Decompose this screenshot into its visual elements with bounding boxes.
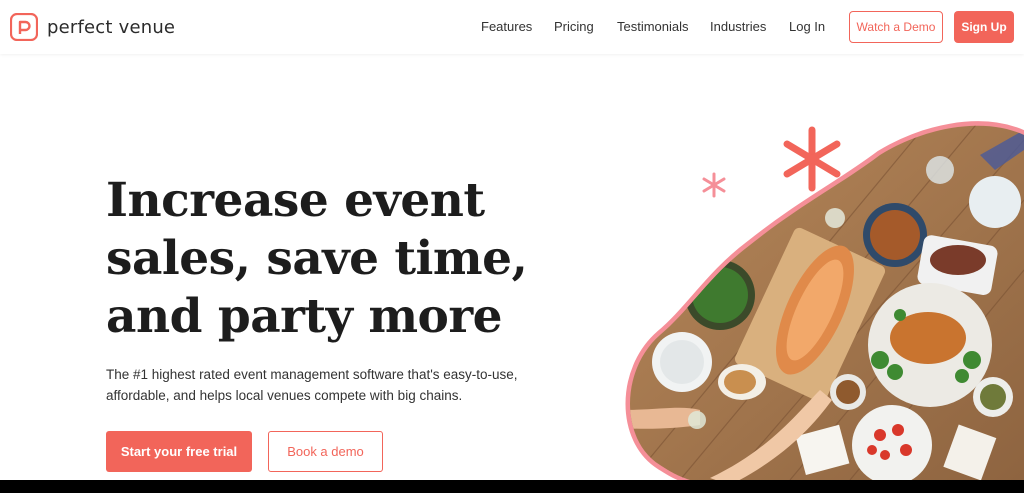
- hero-title-line: Increase event: [106, 173, 485, 228]
- hero-subtitle: The #1 highest rated event management so…: [106, 364, 546, 406]
- hero-title-line: sales, save time,: [106, 231, 528, 286]
- nav-testimonials[interactable]: Testimonials: [617, 19, 689, 34]
- book-demo-button[interactable]: Book a demo: [268, 431, 383, 472]
- hero-subtitle-line: affordable, and helps local venues compe…: [106, 388, 463, 403]
- sign-up-button[interactable]: Sign Up: [954, 11, 1014, 43]
- nav-features[interactable]: Features: [481, 19, 532, 34]
- start-free-trial-button[interactable]: Start your free trial: [106, 431, 252, 472]
- dinner-table-food-photo: [625, 121, 1024, 480]
- hero-title: Increase event sales, save time, and par…: [106, 172, 546, 346]
- asterisk-icon: [702, 172, 726, 198]
- main-nav: Features Pricing Testimonials Industries…: [0, 0, 1024, 54]
- hero-subtitle-line: The #1 highest rated event management so…: [106, 367, 518, 382]
- asterisk-icon: [783, 126, 841, 192]
- hero-title-line: and party more: [106, 289, 503, 344]
- nav-login[interactable]: Log In: [789, 19, 825, 34]
- bottom-edge-bar: [0, 480, 1024, 493]
- nav-pricing[interactable]: Pricing: [554, 19, 594, 34]
- watch-demo-button[interactable]: Watch a Demo: [849, 11, 943, 43]
- site-header: perfect venue Features Pricing Testimoni…: [0, 0, 1024, 54]
- nav-industries[interactable]: Industries: [710, 19, 766, 34]
